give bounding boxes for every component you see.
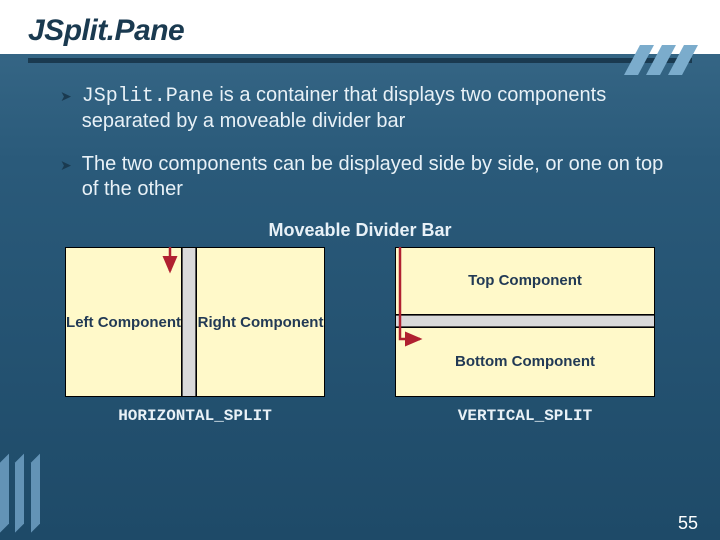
vertical-split-diagram: Top Component Bottom Component VERTICAL_… (395, 247, 655, 425)
bullet-item: ➤ JSplit.Pane is a container that displa… (60, 83, 680, 134)
content-area: ➤ JSplit.Pane is a container that displa… (0, 63, 720, 202)
hsplit-divider (182, 248, 196, 396)
page-number: 55 (678, 513, 698, 534)
divider-bar-label: Moveable Divider Bar (0, 220, 720, 241)
bullet-text: JSplit.Pane is a container that displays… (82, 83, 680, 134)
vsplit-bottom-component: Bottom Component (396, 327, 654, 396)
hsplit-left-component: Left Component (66, 248, 182, 396)
vsplit-caption: VERTICAL_SPLIT (458, 407, 592, 425)
diagram-row: Left Component Right Component HORIZONTA… (0, 247, 720, 425)
vsplit-panel: Top Component Bottom Component (395, 247, 655, 397)
bullet-text: The two components can be displayed side… (82, 152, 680, 202)
decoration-bottom-left (0, 438, 40, 528)
slide-title: JSplit.Pane (28, 14, 692, 48)
decoration-top-right (632, 45, 712, 75)
horizontal-split-diagram: Left Component Right Component HORIZONTA… (65, 247, 325, 425)
vsplit-divider (396, 315, 654, 327)
hsplit-panel: Left Component Right Component (65, 247, 325, 397)
title-bar: JSplit.Pane (0, 0, 720, 54)
vsplit-top-component: Top Component (396, 248, 654, 315)
chevron-right-icon: ➤ (60, 157, 72, 202)
hsplit-caption: HORIZONTAL_SPLIT (118, 407, 272, 425)
hsplit-right-component: Right Component (196, 248, 324, 396)
chevron-right-icon: ➤ (60, 88, 72, 134)
bullet-item: ➤ The two components can be displayed si… (60, 152, 680, 202)
